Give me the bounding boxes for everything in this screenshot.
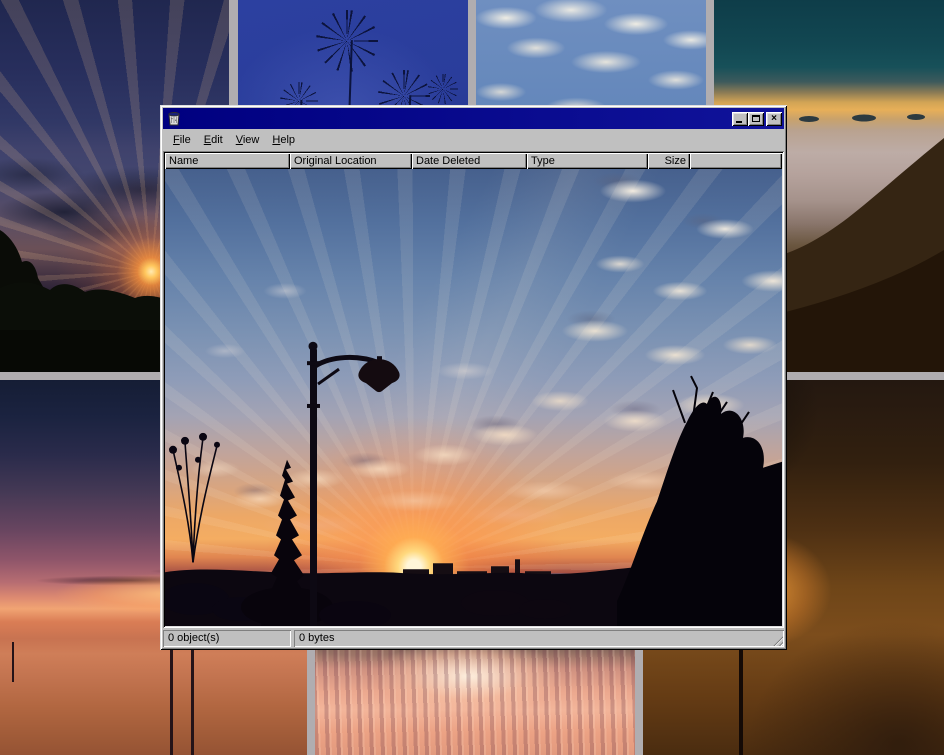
lake-pole-silhouette bbox=[191, 644, 194, 755]
titlebar-buttons: × bbox=[732, 112, 782, 126]
list-view[interactable]: Name Original Location Date Deleted Type… bbox=[163, 151, 784, 628]
menu-edit[interactable]: Edit bbox=[199, 132, 228, 148]
column-headers: Name Original Location Date Deleted Type… bbox=[165, 153, 782, 169]
listview-background-photo bbox=[165, 169, 782, 626]
dandelion-umbel bbox=[428, 74, 458, 104]
menubar: File Edit View Help bbox=[163, 129, 784, 151]
titlebar[interactable]: × bbox=[163, 108, 784, 129]
column-header-name[interactable]: Name bbox=[165, 153, 290, 169]
menu-help[interactable]: Help bbox=[267, 132, 300, 148]
recycle-bin-icon[interactable] bbox=[166, 111, 182, 127]
close-icon: × bbox=[771, 114, 777, 124]
photo-silhouettes bbox=[165, 169, 782, 626]
statusbar: 0 object(s) 0 bytes bbox=[163, 630, 784, 647]
dandelion-umbel bbox=[316, 10, 378, 72]
column-header-original-location[interactable]: Original Location bbox=[290, 153, 412, 169]
maximize-button[interactable] bbox=[748, 112, 764, 126]
minimize-icon bbox=[736, 121, 742, 123]
recycle-bin-window: × File Edit View Help Name Original Loca… bbox=[160, 105, 787, 650]
column-header-date-deleted[interactable]: Date Deleted bbox=[412, 153, 527, 169]
lake-pole-silhouette bbox=[12, 642, 14, 682]
column-header-size[interactable]: Size bbox=[648, 153, 690, 169]
maximize-icon bbox=[752, 115, 760, 122]
menu-view[interactable]: View bbox=[231, 132, 265, 148]
minimize-button[interactable] bbox=[732, 112, 748, 126]
resize-grip[interactable] bbox=[771, 634, 783, 646]
menu-file[interactable]: File bbox=[168, 132, 196, 148]
status-object-count: 0 object(s) bbox=[163, 630, 291, 647]
column-header-type[interactable]: Type bbox=[527, 153, 648, 169]
column-header-filler bbox=[690, 153, 782, 169]
desktop: × File Edit View Help Name Original Loca… bbox=[0, 0, 944, 755]
close-button[interactable]: × bbox=[766, 112, 782, 126]
lake-pole-silhouette bbox=[170, 638, 173, 755]
status-size: 0 bytes bbox=[294, 630, 784, 647]
